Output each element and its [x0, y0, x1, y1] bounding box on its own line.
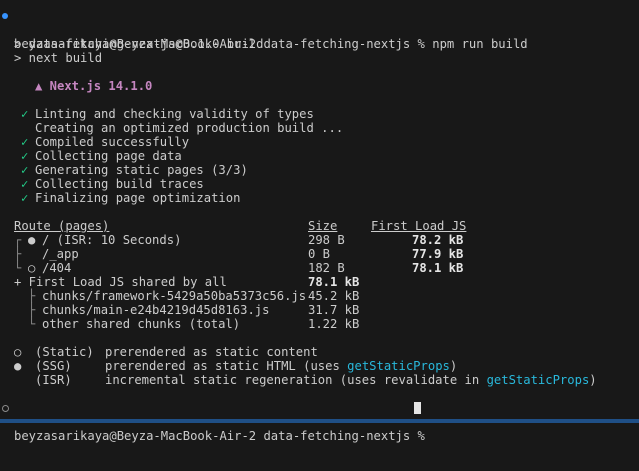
legend-symbol-icon: ○ — [14, 345, 22, 359]
step-text: Collecting page data — [35, 149, 182, 163]
terminal[interactable]: beyzasarikaya@Beyza-MacBook-Air-2 data-f… — [0, 0, 639, 443]
build-step: ✓ Compiled successfully — [21, 135, 621, 149]
chunk-name: chunks/main-e24b4219d45d8163.js — [42, 303, 270, 317]
chunk-row: └ other shared chunks (total) 1.22 kB — [14, 317, 614, 331]
status-bar — [0, 419, 639, 423]
step-text: Creating an optimized production build .… — [35, 121, 344, 135]
tree-glyph: ├ — [14, 247, 22, 261]
route-type-icon: ○ — [28, 261, 36, 275]
header-route: Route (pages) — [14, 219, 110, 233]
command-text: npm run build — [432, 37, 528, 51]
script-line: > data-fetching-nextjs@0.1.0 build — [14, 37, 264, 51]
tree-glyph: ├ — [28, 303, 36, 317]
chunk-name: chunks/framework-5429a50ba5373c56.js — [42, 289, 307, 303]
route-path: / (ISR: 10 Seconds) — [42, 233, 182, 247]
legend-link[interactable]: getStaticProps — [487, 373, 590, 387]
legend-link[interactable]: getStaticProps — [347, 359, 450, 373]
final-prompt-line[interactable]: beyzasarikaya@Beyza-MacBook-Air-2 data-f… — [0, 401, 639, 443]
step-text: Generating static pages (3/3) — [35, 163, 248, 177]
tree-glyph: ┌ — [14, 233, 22, 247]
check-icon: ✓ — [21, 135, 29, 149]
route-first-load: 78.2 kB — [412, 233, 464, 247]
legend-desc-tail: ) — [589, 373, 597, 387]
route-row: ┌ ● / (ISR: 10 Seconds) 298 B 78.2 kB — [14, 233, 614, 247]
step-text: Compiled successfully — [35, 135, 190, 149]
step-text: Finalizing page optimization — [35, 191, 241, 205]
script-line: > next build — [14, 51, 103, 65]
shared-row: + First Load JS shared by all 78.1 kB — [14, 275, 614, 289]
legend-description: prerendered as static HTML (uses getStat… — [105, 359, 457, 373]
header-size: Size — [308, 219, 338, 233]
chunk-row: ├ chunks/framework-5429a50ba5373c56.js 45.… — [14, 289, 614, 303]
chunk-size: 31.7 kB — [308, 303, 360, 317]
legend-kind: (ISR) — [35, 373, 72, 387]
build-step: ✓ Finalizing page optimization — [21, 191, 621, 205]
route-path: /404 — [42, 261, 72, 275]
route-first-load: 78.1 kB — [412, 261, 464, 275]
route-path: /_app — [42, 247, 79, 261]
route-size: 298 B — [308, 233, 345, 247]
legend-row: ● (SSG) prerendered as static HTML (uses g… — [14, 359, 634, 373]
legend-kind: (Static) — [35, 345, 94, 359]
check-icon: ✓ — [21, 149, 29, 163]
route-size: 0 B — [308, 247, 331, 261]
tree-glyph: └ — [28, 317, 36, 331]
legend-description: incremental static regeneration (uses re… — [105, 373, 597, 387]
legend-row: (ISR) incremental static regeneration (us… — [14, 373, 634, 387]
route-row: ├ /_app 0 B 77.9 kB — [14, 247, 614, 261]
legend-symbol-icon: ● — [14, 359, 22, 373]
route-size: 182 B — [308, 261, 345, 275]
build-step: ✓ Generating static pages (3/3) — [21, 163, 621, 177]
command-status-dot-icon — [2, 13, 8, 19]
legend-desc-text: incremental static regeneration (uses re… — [105, 373, 487, 387]
route-first-load: 77.9 kB — [412, 247, 464, 261]
next-version: ▲ Next.js 14.1.0 — [35, 79, 153, 93]
shared-value: 78.1 kB — [308, 275, 360, 289]
check-icon: ✓ — [21, 191, 29, 205]
tree-glyph: └ — [14, 261, 22, 275]
check-icon: ✓ — [21, 107, 29, 121]
build-step: ✓ Linting and checking validity of types — [21, 107, 621, 121]
legend-desc-text: prerendered as static content — [105, 345, 318, 359]
build-step: ✓ Collecting page data — [21, 149, 621, 163]
prompt-status-dot-icon — [2, 405, 9, 412]
chunk-name: other shared chunks (total) — [42, 317, 241, 331]
step-text: Linting and checking validity of types — [35, 107, 314, 121]
chunk-size: 1.22 kB — [308, 317, 360, 331]
legend-desc-text: prerendered as static HTML (uses — [105, 359, 348, 373]
check-icon: ✓ — [21, 163, 29, 177]
legend-row: ○ (Static) prerendered as static content — [14, 345, 634, 359]
chunk-size: 45.2 kB — [308, 289, 360, 303]
legend-kind: (SSG) — [35, 359, 72, 373]
route-table-header: Route (pages) Size First Load JS — [14, 219, 614, 233]
check-icon: ✓ — [21, 177, 29, 191]
build-step: ✓ Collecting build traces — [21, 177, 621, 191]
shared-label: + First Load JS shared by all — [14, 275, 227, 289]
tree-glyph: ├ — [28, 289, 36, 303]
terminal-cursor — [414, 402, 421, 414]
step-text: Collecting build traces — [35, 177, 204, 191]
chunk-row: ├ chunks/main-e24b4219d45d8163.js 31.7 kB — [14, 303, 614, 317]
final-prompt-text: beyzasarikaya@Beyza-MacBook-Air-2 data-f… — [14, 429, 433, 443]
header-first-load: First Load JS — [371, 219, 467, 233]
command-line: beyzasarikaya@Beyza-MacBook-Air-2 data-f… — [0, 9, 639, 51]
legend-desc-tail: ) — [449, 359, 458, 373]
legend-description: prerendered as static content — [105, 345, 318, 359]
route-row: └ ○ /404 182 B 78.1 kB — [14, 261, 614, 275]
route-type-icon: ● — [28, 233, 36, 247]
build-step: Creating an optimized production build .… — [21, 121, 621, 135]
